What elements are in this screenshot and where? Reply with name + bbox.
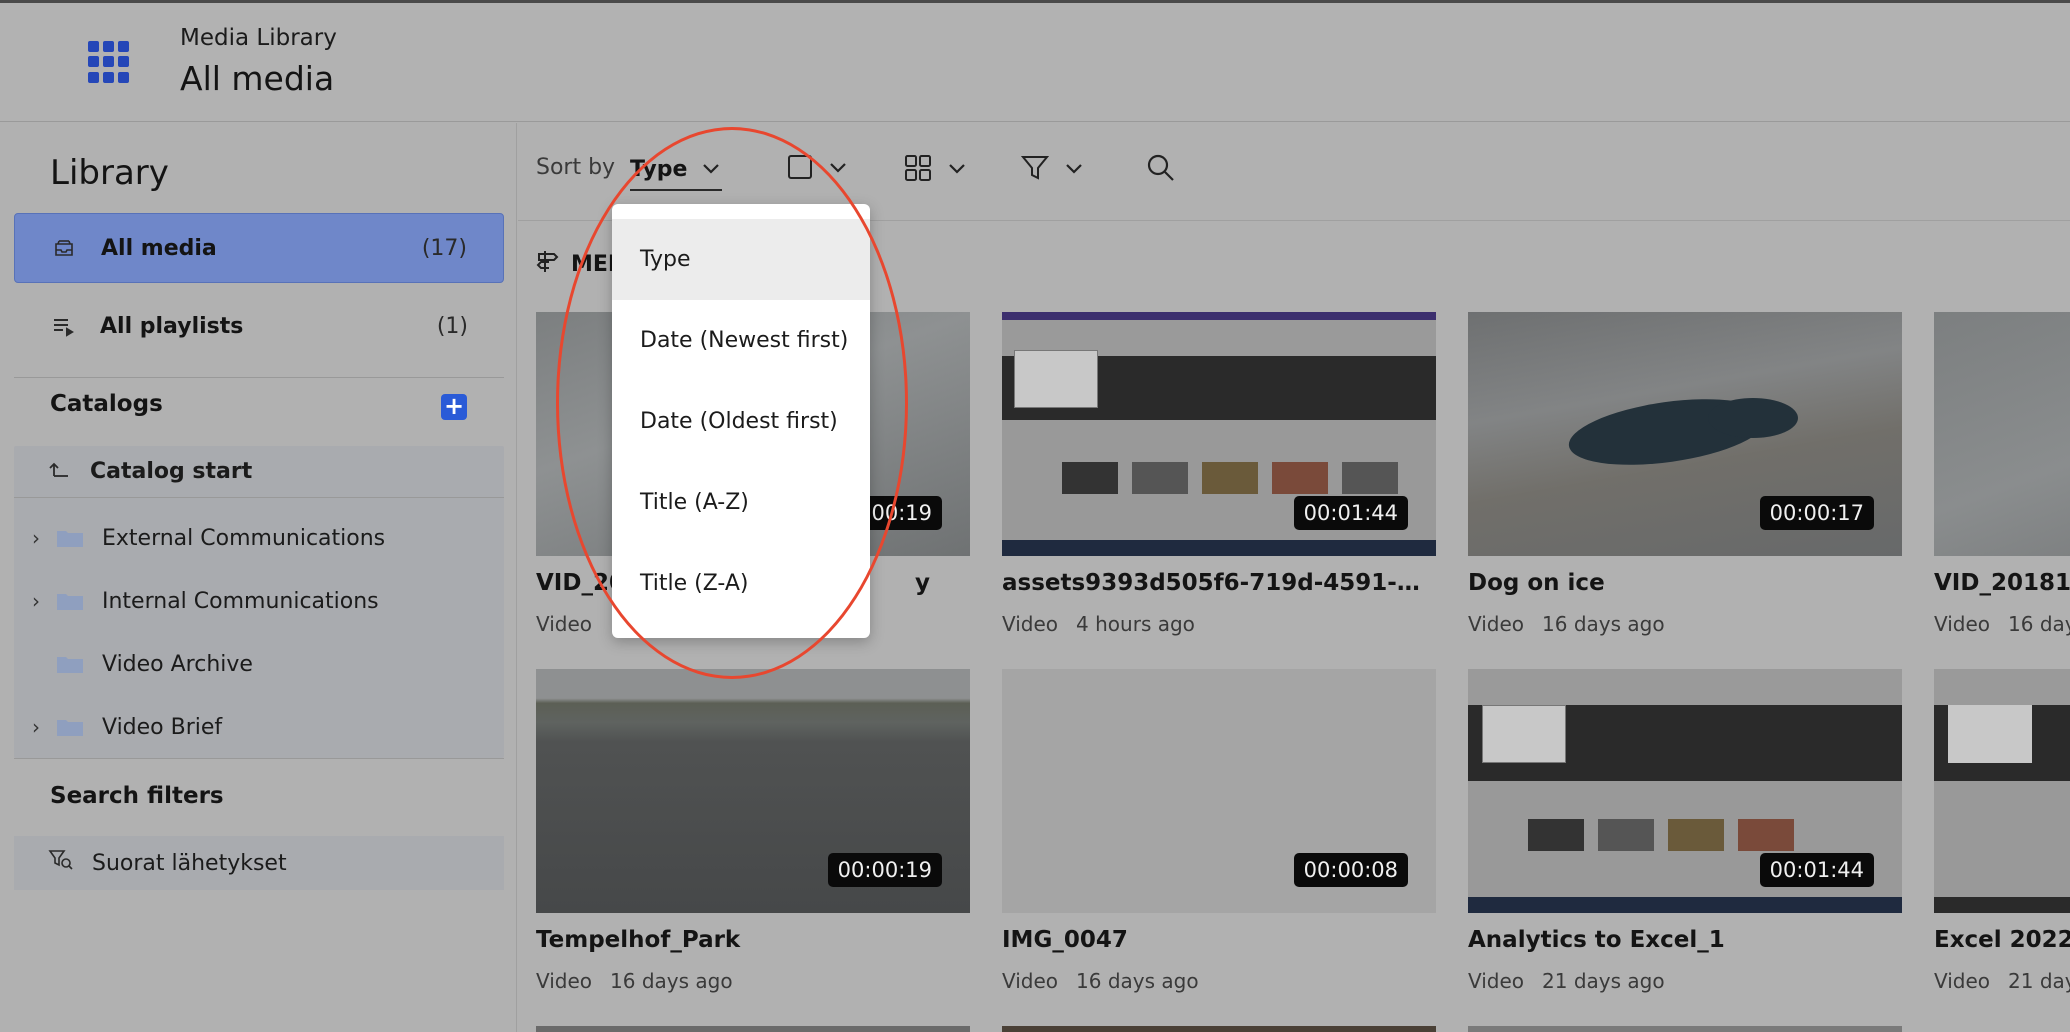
search-filters-label: Search filters — [50, 783, 224, 809]
media-thumbnail[interactable]: 00:00:17 — [1468, 312, 1902, 556]
chevron-right-icon[interactable]: › — [16, 715, 56, 739]
saved-filter-label: Suorat lähetykset — [92, 850, 287, 876]
media-card[interactable]: 00:00:08 IMG_0047 Video 16 days ago — [1002, 669, 1436, 993]
media-thumbnail[interactable] — [1934, 312, 2070, 556]
app-header: Media Library All media — [0, 0, 2070, 122]
sort-option-type[interactable]: Type — [612, 219, 870, 300]
media-card[interactable]: 00:00:19 Tempelhof_Park Video 16 days ago — [536, 669, 970, 993]
inbox-stack-icon — [51, 235, 77, 261]
media-title[interactable]: Tempelhof_Park — [536, 927, 970, 953]
media-thumbnail[interactable]: 00:00:19 — [536, 669, 970, 913]
duration-badge: 00:00:17 — [1759, 496, 1874, 530]
filter-button[interactable] — [1020, 153, 1084, 187]
search-icon — [1146, 153, 1176, 187]
chevron-right-icon[interactable]: › — [16, 589, 56, 613]
media-meta: Video 21 days ago — [1468, 969, 1665, 993]
folder-icon — [56, 528, 84, 548]
media-card[interactable]: 00:01:44 assets9393d505f6-719d-4591-be02… — [1002, 312, 1436, 636]
grid-view-icon — [903, 153, 933, 187]
filter-search-icon — [48, 848, 74, 878]
sort-by-value: Type — [630, 156, 688, 182]
media-thumbnail[interactable]: 00:01:44 — [1468, 669, 1902, 913]
media-title[interactable]: Dog on ice — [1468, 570, 1902, 596]
apps-grid-icon[interactable] — [88, 41, 130, 83]
catalog-folder-video-archive[interactable]: Video Archive — [14, 634, 504, 694]
catalog-folder-video-brief[interactable]: › Video Brief — [14, 697, 504, 757]
folder-icon — [56, 591, 84, 611]
media-card[interactable]: 00:00:17 Dog on ice Video 16 days ago — [1468, 312, 1902, 636]
search-button[interactable] — [1146, 153, 1176, 187]
app-name: Media Library — [180, 25, 337, 51]
arrow-up-left-icon — [48, 458, 72, 486]
divider — [14, 758, 504, 759]
duration-badge: 00:01:44 — [1759, 853, 1874, 887]
page-title: All media — [180, 59, 335, 98]
saved-filter-item[interactable]: Suorat lähetykset — [14, 836, 504, 890]
catalogs-label: Catalogs — [50, 391, 163, 417]
media-title[interactable]: Excel 2022 W — [1934, 927, 2070, 953]
select-mode-button[interactable] — [786, 153, 848, 185]
nav-all-playlists-count: (1) — [436, 313, 468, 339]
catalog-folder-label: Video Archive — [102, 651, 253, 677]
media-thumbnail-partial — [536, 1026, 970, 1032]
media-title[interactable]: Analytics to Excel_1 — [1468, 927, 1902, 953]
media-thumbnail-partial — [1468, 1026, 1902, 1032]
divider — [14, 377, 504, 378]
sort-option-date-newest[interactable]: Date (Newest first) — [612, 300, 870, 381]
media-meta: Video 16 days ago — [1468, 612, 1665, 636]
media-meta: Video 16 days ago — [536, 969, 733, 993]
media-card[interactable]: 00:01:44 Analytics to Excel_1 Video 21 da… — [1468, 669, 1902, 993]
sort-option-date-oldest[interactable]: Date (Oldest first) — [612, 381, 870, 462]
nav-all-playlists[interactable]: All playlists (1) — [14, 291, 504, 361]
sort-by-label: Sort by — [536, 155, 616, 180]
catalog-start-item[interactable]: Catalog start — [14, 446, 504, 498]
duration-badge: 00:01:44 — [1293, 496, 1408, 530]
chevron-right-icon[interactable]: › — [16, 526, 56, 550]
media-title[interactable]: IMG_0047 — [1002, 927, 1436, 953]
media-meta: Video 16 days ago — [1002, 969, 1199, 993]
sort-by-select[interactable]: Type — [630, 149, 722, 191]
sort-option-title-az[interactable]: Title (A-Z) — [612, 462, 870, 543]
playlist-icon — [50, 313, 76, 339]
catalog-folder-label: Internal Communications — [102, 588, 379, 614]
filter-funnel-icon — [1020, 153, 1050, 187]
media-meta: Video 4 hours ago — [1002, 612, 1195, 636]
media-title[interactable]: VID_2018102 — [1934, 570, 2070, 596]
duration-badge: 00:00:19 — [827, 853, 942, 887]
sort-option-title-za[interactable]: Title (Z-A) — [612, 543, 870, 624]
catalog-folder-internal[interactable]: › Internal Communications — [14, 571, 504, 631]
catalog-start-label: Catalog start — [90, 459, 253, 484]
nav-all-playlists-label: All playlists — [100, 313, 244, 339]
checkbox-icon — [786, 153, 814, 185]
media-title[interactable]: assets9393d505f6-719d-4591-be02-e… — [1002, 570, 1436, 596]
folder-icon — [56, 717, 84, 737]
nav-all-media-label: All media — [101, 235, 217, 261]
chevron-down-icon — [1064, 161, 1084, 180]
media-card[interactable]: Excel 2022 W Video21 day — [1934, 669, 2070, 993]
catalog-folder-label: Video Brief — [102, 714, 223, 740]
media-meta: Video 16 day — [1934, 612, 2070, 636]
folder-icon — [56, 654, 84, 674]
catalog-tree: Catalog start › External Communications … — [14, 446, 504, 758]
media-thumbnail[interactable]: 00:00:08 — [1002, 669, 1436, 913]
duration-badge: 00:00:08 — [1293, 853, 1408, 887]
chevron-down-icon — [701, 157, 721, 182]
media-thumbnail[interactable] — [1934, 669, 2070, 913]
media-meta: Video 21 day — [1934, 969, 2070, 993]
signpost-icon — [535, 248, 561, 280]
library-title: Library — [50, 153, 169, 193]
catalog-folder-external[interactable]: › External Communications — [14, 508, 504, 568]
chevron-down-icon — [947, 161, 967, 180]
chevron-down-icon — [828, 160, 848, 179]
media-card[interactable]: VID_2018102 Video16 day — [1934, 312, 2070, 636]
nav-all-media[interactable]: All media (17) — [14, 213, 504, 283]
media-thumbnail[interactable]: 00:01:44 — [1002, 312, 1436, 556]
nav-all-media-count: (17) — [421, 235, 467, 261]
media-thumbnail-partial — [1002, 1026, 1436, 1032]
sidebar: Library All media (17) All playlists (1)… — [0, 123, 517, 1032]
catalog-folder-label: External Communications — [102, 525, 386, 551]
add-catalog-button[interactable]: + — [441, 394, 467, 420]
view-mode-button[interactable] — [903, 153, 967, 187]
sort-dropdown-menu: Type Date (Newest first) Date (Oldest fi… — [612, 204, 870, 638]
